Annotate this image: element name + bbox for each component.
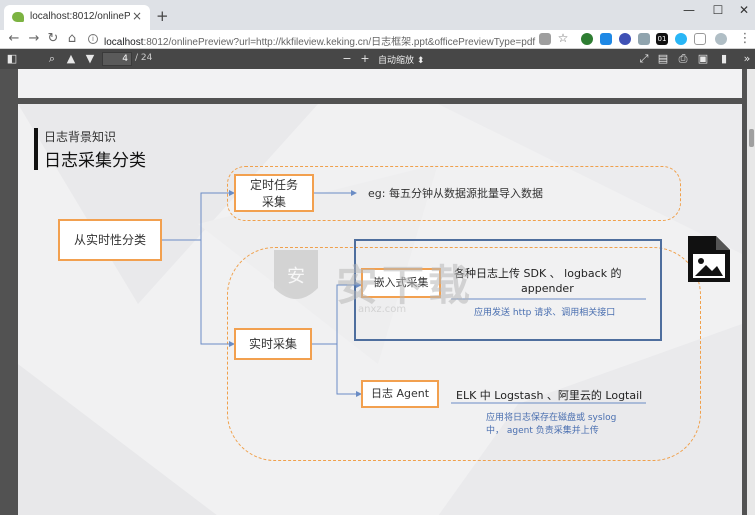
watermark-subtext: anxz.com — [358, 304, 407, 315]
pdf-viewer[interactable]: 日志背景知识 日志采集分类 从实时性分类 定时任务 采集 实时采集 嵌入式采集 … — [0, 69, 755, 515]
url-field[interactable]: localhost:8012/onlinePreview?url=http://… — [104, 33, 535, 48]
bookmark-star-icon[interactable]: ☆ — [555, 31, 571, 45]
svg-text:安: 安 — [287, 266, 305, 287]
bookmark-icon[interactable]: ▮ — [716, 51, 732, 67]
shield-extension-icon[interactable] — [581, 33, 593, 45]
tab-bar: localhost:8012/onlinePreview × + — ☐ ✕ — [0, 0, 755, 30]
address-bar: ← → ↻ ⌂ i localhost:8012/onlinePreview?u… — [0, 30, 755, 49]
scrollbar[interactable] — [747, 69, 755, 515]
page-number-input[interactable]: 4 — [102, 52, 132, 66]
extension-icon[interactable]: 01 — [656, 33, 668, 45]
previous-page — [18, 69, 742, 98]
minimize-button[interactable]: — — [679, 3, 699, 17]
extension-icon[interactable] — [600, 33, 612, 45]
embed-note-line2: appender — [521, 282, 574, 295]
open-file-icon[interactable]: ▤ — [655, 51, 671, 67]
scroll-thumb[interactable] — [749, 129, 754, 147]
extension-icon[interactable] — [638, 33, 650, 45]
agent-note: ELK 中 Logstash 、阿里云的 Logtail — [456, 389, 643, 402]
image-placeholder-icon — [688, 236, 730, 282]
root-box: 从实时性分类 — [58, 219, 162, 261]
pdf-toolbar: ◧ ⌕ ▲ ▼ 4 / 24 − + 自动缩放 ⬍ ⤢ ▤ ⎙ ▣ ▮ » — [0, 49, 755, 69]
page-count: / 24 — [135, 53, 153, 63]
forward-icon[interactable]: → — [26, 31, 42, 46]
embed-sub-note: 应用发送 http 请求、调用相关接口 — [474, 308, 616, 318]
maximize-button[interactable]: ☐ — [708, 3, 728, 17]
translate-icon[interactable] — [539, 33, 551, 45]
timed-note: eg: 每五分钟从数据源批量导入数据 — [368, 187, 543, 200]
avatar[interactable] — [715, 33, 727, 45]
zoom-out-button[interactable]: − — [339, 51, 355, 67]
back-icon[interactable]: ← — [6, 31, 22, 46]
menu-icon[interactable]: ⋮ — [737, 31, 753, 46]
print-icon[interactable]: ⎙ — [675, 51, 691, 67]
slide-page: 日志背景知识 日志采集分类 从实时性分类 定时任务 采集 实时采集 嵌入式采集 … — [18, 104, 742, 515]
realtime-box: 实时采集 — [234, 328, 312, 360]
zoom-in-button[interactable]: + — [357, 51, 373, 67]
tab-title: localhost:8012/onlinePreview — [30, 11, 130, 22]
watermark-shield-icon: 安 — [274, 250, 318, 299]
previous-page-icon[interactable]: ▲ — [63, 51, 79, 67]
presentation-mode-icon[interactable]: ⤢ — [636, 51, 652, 67]
agent-sub-note-line2: 中， agent 负责采集并上传 — [486, 426, 599, 436]
extension-icon[interactable] — [619, 33, 631, 45]
timed-box: 定时任务 采集 — [234, 174, 314, 212]
download-icon[interactable]: ▣ — [695, 51, 711, 67]
agent-box: 日志 Agent — [361, 380, 439, 408]
new-tab-button[interactable]: + — [156, 7, 169, 25]
tools-icon[interactable]: » — [739, 51, 755, 67]
browser-tab[interactable]: localhost:8012/onlinePreview × — [4, 5, 150, 30]
sidebar-toggle-icon[interactable]: ◧ — [4, 51, 20, 67]
extension-icon[interactable] — [694, 33, 706, 45]
favicon-icon — [12, 12, 24, 22]
site-info-icon[interactable]: i — [88, 34, 98, 44]
zoom-select[interactable]: 自动缩放 ⬍ — [378, 53, 424, 66]
extension-icon[interactable] — [675, 33, 687, 45]
embed-note-line1: 各种日志上传 SDK 、 logback 的 — [454, 267, 622, 280]
home-icon[interactable]: ⌂ — [64, 31, 80, 46]
agent-sub-note-line1: 应用将日志保存在磁盘或 syslog — [486, 413, 617, 423]
next-page-icon[interactable]: ▼ — [82, 51, 98, 67]
reload-icon[interactable]: ↻ — [45, 31, 61, 46]
close-window-button[interactable]: ✕ — [734, 3, 754, 17]
tab-close-button[interactable]: × — [132, 9, 142, 23]
find-icon[interactable]: ⌕ — [44, 51, 60, 67]
